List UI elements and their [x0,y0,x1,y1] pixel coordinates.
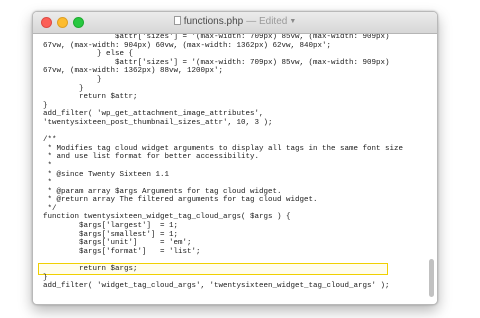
code-line[interactable]: 67vw, (max-width: 904px) 60vw, (max-widt… [43,42,403,51]
code-line[interactable]: $attr['sizes'] = '(max-width: 709px) 85v… [43,59,403,68]
code-line[interactable]: 67vw, (max-width: 1362px) 88vw, 1200px'; [43,67,403,76]
code-line[interactable]: * @param array $args Arguments for tag c… [43,188,403,197]
code-line[interactable]: $args['largest'] = 1; [43,222,403,231]
edited-status: — Edited [246,16,288,27]
code-line[interactable]: } else { [43,50,403,59]
window-title[interactable]: functions.php — Edited ▼ [33,16,437,27]
code-line[interactable]: 'twentysixteen_post_thumbnail_sizes_attr… [43,119,403,128]
code-line[interactable]: $args['format'] = 'list'; [43,248,403,257]
code-line[interactable]: } [43,76,403,85]
code-line[interactable]: * Modifies tag cloud widget arguments to… [43,145,404,154]
scrollbar-thumb[interactable] [429,259,434,297]
code-line[interactable]: $attr['sizes'] = '(max-width: 709px) 85v… [43,34,403,42]
document-icon [173,16,181,25]
code-line[interactable] [43,256,403,265]
code-line[interactable]: return $attr; [43,93,403,102]
code-line[interactable]: */ [43,205,403,214]
code-editor[interactable]: $attr['sizes'] = '(max-width: 709px) 85v… [33,34,437,304]
code-line[interactable]: } [43,85,403,94]
code-line[interactable]: * and use list format for better accessi… [43,153,403,162]
code-line[interactable]: return $args; [43,265,403,274]
window-filename: functions.php [183,16,244,27]
code-line[interactable]: } [43,274,403,283]
code-line[interactable]: $args['smallest'] = 1; [43,231,403,240]
code-line[interactable]: add_filter( 'wp_get_attachment_image_att… [43,110,403,119]
code-line[interactable]: * [43,179,403,188]
editor-window: functions.php — Edited ▼ $attr['sizes'] = … [32,11,438,305]
title-bar: functions.php — Edited ▼ [33,12,437,34]
code-line[interactable]: } [43,102,403,111]
code-line[interactable]: * [43,162,403,171]
chevron-down-icon[interactable]: ▼ [289,18,296,25]
vertical-scrollbar[interactable] [429,36,434,298]
code-line[interactable] [43,128,403,137]
code-line[interactable]: add_filter( 'widget_tag_cloud_args', 'tw… [43,282,403,291]
code-line[interactable]: function twentysixteen_widget_tag_cloud_… [43,213,403,222]
code-line[interactable]: $args['unit'] = 'em'; [43,239,403,248]
code-line[interactable]: /** [43,136,403,145]
code-line[interactable]: * @return array The filtered arguments f… [43,196,403,205]
code-text[interactable]: $attr['sizes'] = '(max-width: 709px) 85v… [43,34,403,291]
code-line[interactable]: * @since Twenty Sixteen 1.1 [43,171,403,180]
